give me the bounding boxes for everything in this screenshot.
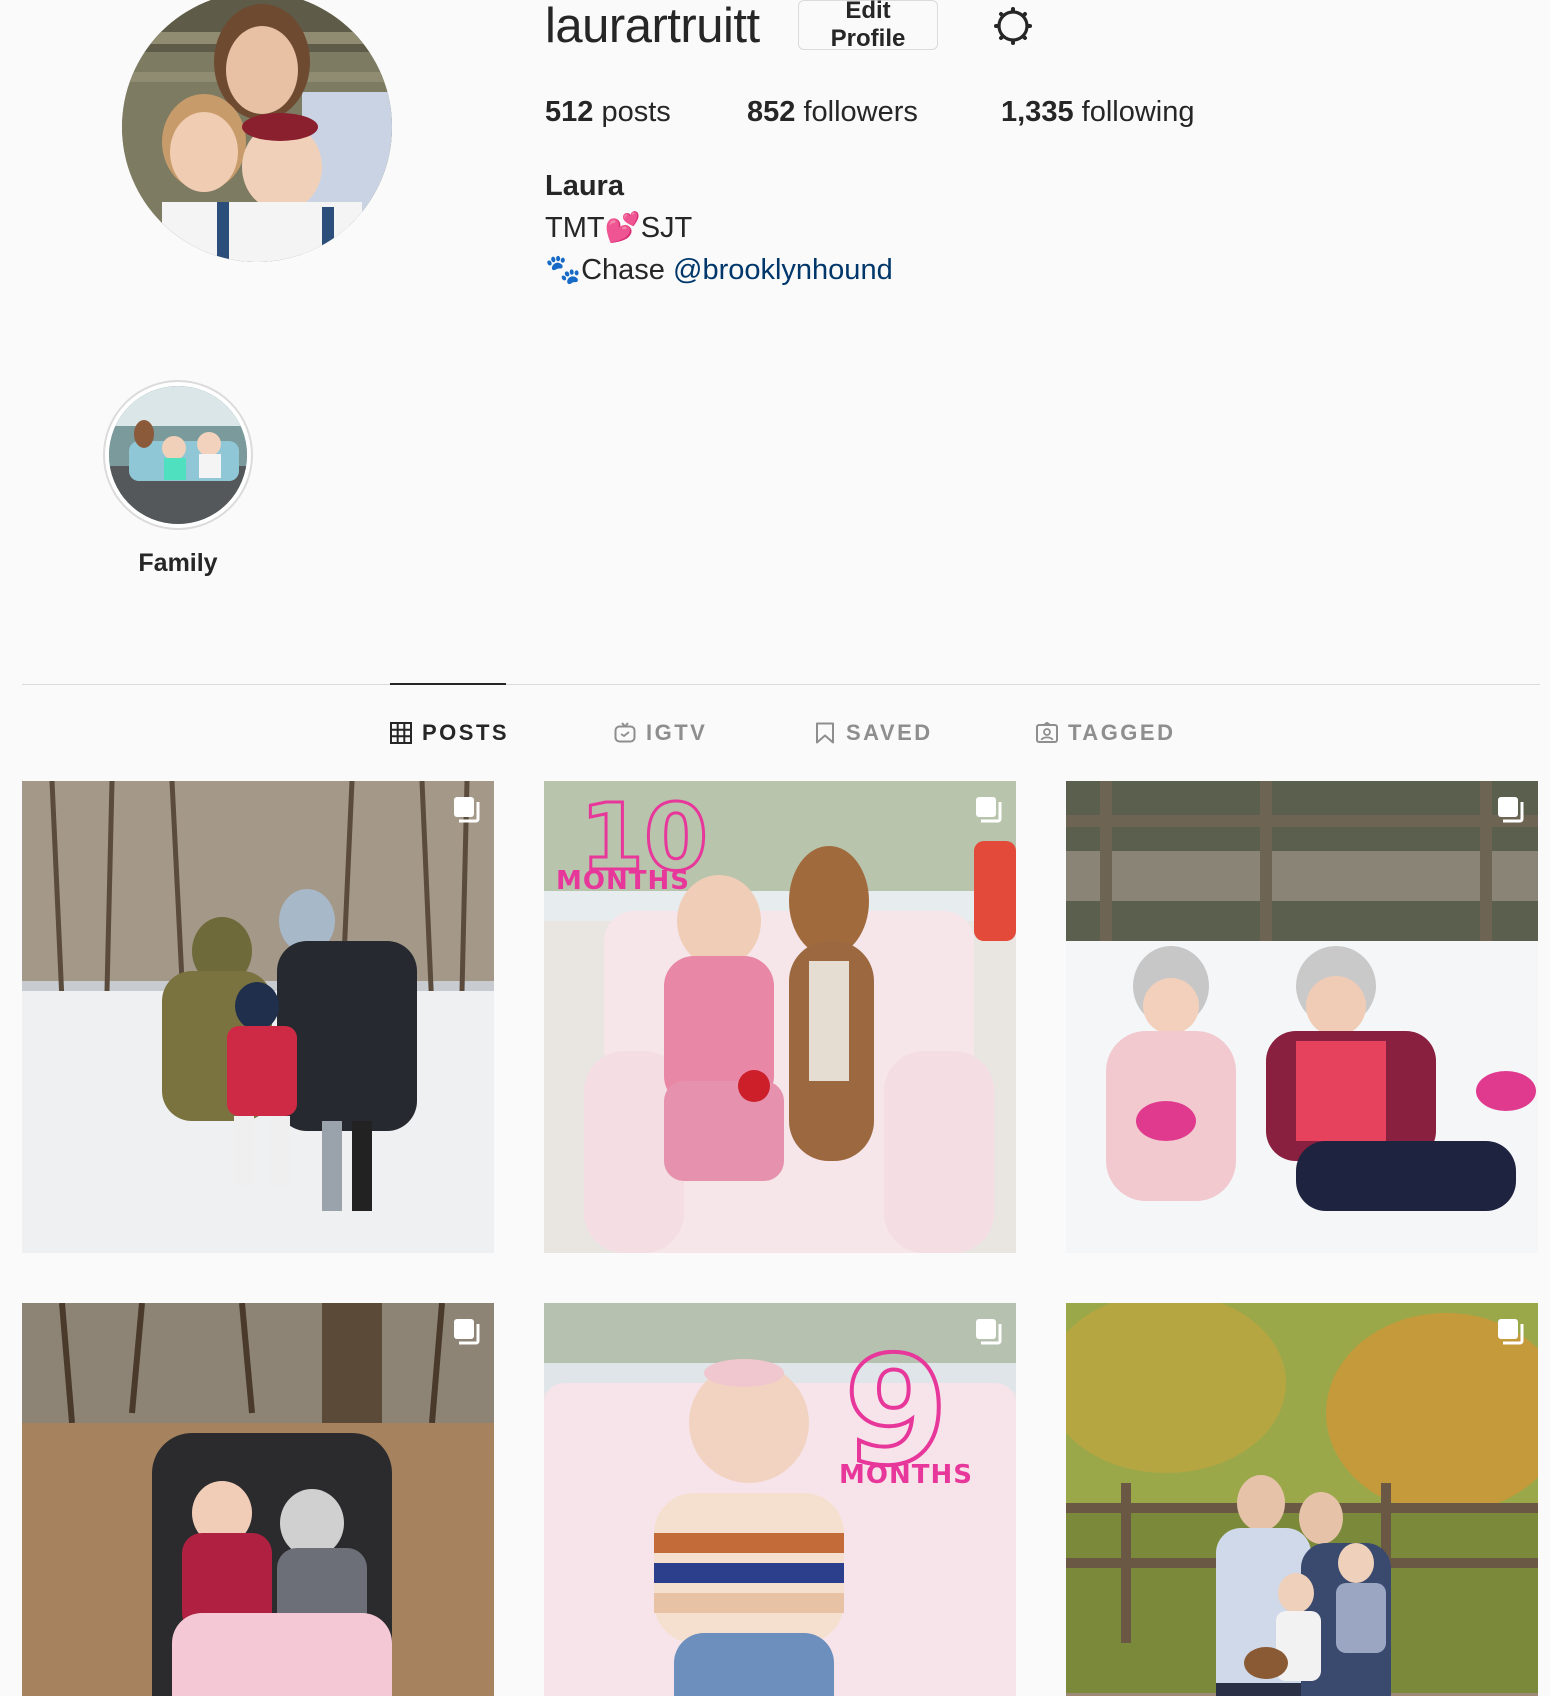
tabs-divider xyxy=(22,684,1540,685)
tagged-icon xyxy=(1036,722,1058,743)
profile-username: laurartruitt xyxy=(545,0,760,53)
active-tab-indicator xyxy=(390,683,506,685)
grid-icon xyxy=(390,722,412,744)
post-thumbnail[interactable]: 10 MONTHS xyxy=(544,781,1016,1253)
post-overlay-subtext: MONTHS xyxy=(839,1460,973,1490)
profile-stats: 512 posts 852 followers 1,335 following xyxy=(545,92,1194,132)
profile-full-name: Laura xyxy=(545,170,624,202)
story-highlight-family[interactable]: Family xyxy=(100,380,256,578)
following-link[interactable]: 1,335 following xyxy=(1001,92,1194,132)
two-hearts-icon: 💕 xyxy=(604,212,641,244)
post-thumbnail[interactable] xyxy=(22,1303,494,1696)
multiple-photos-icon xyxy=(454,1319,480,1345)
post-thumbnail[interactable] xyxy=(1066,781,1538,1253)
bio-line-2: 🐾Chase @brooklynhound xyxy=(545,254,893,286)
post-thumbnail[interactable] xyxy=(22,781,494,1253)
followers-link[interactable]: 852 followers xyxy=(747,92,1001,132)
tab-saved[interactable]: SAVED xyxy=(814,718,933,748)
profile-avatar[interactable] xyxy=(122,0,392,262)
posts-count: 512 posts xyxy=(545,96,671,128)
tab-tagged[interactable]: TAGGED xyxy=(1036,718,1175,748)
post-image xyxy=(1066,781,1538,1253)
bio-line-1: TMT💕SJT xyxy=(545,212,693,244)
highlight-cover-image xyxy=(109,386,247,524)
bio-mention-link[interactable]: @brooklynhound xyxy=(673,254,893,286)
tab-igtv-label: IGTV xyxy=(646,720,708,745)
tab-igtv[interactable]: IGTV xyxy=(614,718,707,748)
post-overlay-subtext: MONTHS xyxy=(556,866,690,896)
post-image: 10 MONTHS xyxy=(544,781,1016,1253)
post-image xyxy=(22,1303,494,1696)
multiple-photos-icon xyxy=(1498,1319,1524,1345)
edit-profile-button[interactable]: Edit Profile xyxy=(798,0,938,52)
highlight-label: Family xyxy=(138,549,218,577)
post-thumbnail[interactable] xyxy=(1066,1303,1538,1696)
tab-tagged-label: TAGGED xyxy=(1068,720,1176,745)
bookmark-icon xyxy=(816,722,834,744)
post-thumbnail[interactable]: 9 MONTHS xyxy=(544,1303,1016,1696)
avatar-photo xyxy=(122,0,392,262)
post-image xyxy=(1066,1303,1538,1696)
igtv-icon xyxy=(614,722,636,743)
settings-gear-icon[interactable] xyxy=(993,6,1033,46)
paw-prints-icon: 🐾 xyxy=(545,254,582,286)
multiple-photos-icon xyxy=(976,797,1002,823)
profile-page: laurartruitt Edit Profile 512 posts 852 … xyxy=(0,0,1550,1696)
multiple-photos-icon xyxy=(976,1319,1002,1345)
multiple-photos-icon xyxy=(1498,797,1524,823)
tab-posts-label: POSTS xyxy=(422,720,510,745)
tab-posts[interactable]: POSTS xyxy=(390,718,509,748)
highlight-ring xyxy=(103,380,253,530)
post-image: 9 MONTHS xyxy=(544,1303,1016,1696)
multiple-photos-icon xyxy=(454,797,480,823)
tab-saved-label: SAVED xyxy=(846,720,933,745)
post-image xyxy=(22,781,494,1253)
